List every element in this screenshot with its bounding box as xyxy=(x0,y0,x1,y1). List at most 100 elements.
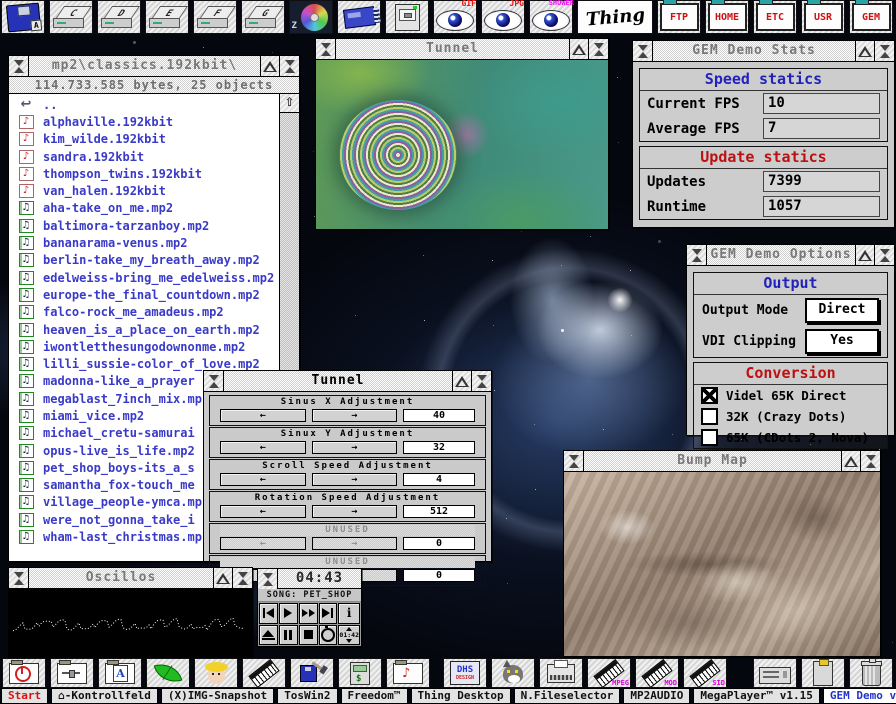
file-list-item[interactable]: ♪sandra.192kbit xyxy=(9,148,280,165)
toolbar-button-gif[interactable]: GIF xyxy=(433,0,477,34)
toolbar-button-d[interactable]: D xyxy=(97,0,141,34)
sizer-button[interactable] xyxy=(588,39,608,59)
taskbar-button-folder-note[interactable]: ♪ xyxy=(386,658,430,688)
sizer-button[interactable] xyxy=(860,451,880,471)
taskbar-button-mpeg[interactable]: MPEG xyxy=(587,658,631,688)
toolbar-button-etc[interactable]: ETC xyxy=(753,0,797,34)
slider-decrease-button[interactable]: ← xyxy=(220,537,306,550)
fuller-button[interactable] xyxy=(855,245,874,265)
toolbar-button-thing[interactable]: Thing xyxy=(577,0,653,34)
task-label-gem-demo-v0-1[interactable]: GEM Demo v0.1 xyxy=(823,688,896,704)
slider-decrease-button[interactable]: ← xyxy=(220,441,306,454)
sizer-button[interactable] xyxy=(874,245,894,265)
toolbar-button-e[interactable]: E xyxy=(145,0,189,34)
slider-increase-button[interactable]: → xyxy=(312,537,398,550)
task-label-toswin2[interactable]: TosWin2 xyxy=(277,688,337,704)
slider-decrease-button[interactable]: ← xyxy=(220,473,306,486)
file-list-item[interactable]: ♫europe-the_final_countdown.mp2 xyxy=(9,286,280,303)
scroll-up-button[interactable]: ⇧ xyxy=(280,94,299,113)
sizer-button[interactable] xyxy=(874,41,894,61)
fuller-button[interactable] xyxy=(213,568,232,588)
taskbar-button-leaf[interactable] xyxy=(146,658,190,688)
taskbar-button-keyboard[interactable] xyxy=(242,658,286,688)
slider-increase-button[interactable]: → xyxy=(312,441,398,454)
task-label--kontrollfeld[interactable]: ⌂-Kontrollfeld xyxy=(51,688,158,704)
file-list-item[interactable]: ♫bananarama-venus.mp2 xyxy=(9,234,280,251)
task-label-megaplayer-v1-15[interactable]: MegaPlayer™ v1.15 xyxy=(693,688,820,704)
file-list-item[interactable]: ♫baltimora-tarzanboy.mp2 xyxy=(9,217,280,234)
sizer-button[interactable] xyxy=(279,56,299,76)
task-label-thing-desktop[interactable]: Thing Desktop xyxy=(411,688,511,704)
task-label-mp2audio[interactable]: MP2AUDIO xyxy=(623,688,690,704)
file-list-item[interactable]: ♪kim_wilde.192kbit xyxy=(9,131,280,148)
taskbar-button-computer[interactable] xyxy=(753,658,797,688)
conversion-option[interactable]: Videl 65K Direct xyxy=(694,385,887,406)
close-button[interactable] xyxy=(316,39,336,59)
close-button[interactable] xyxy=(633,41,653,61)
taskbar-button-typewriter[interactable] xyxy=(539,658,583,688)
taskbar-button-calculator[interactable] xyxy=(338,658,382,688)
taskbar-button-dhs[interactable]: DHSDESIGN xyxy=(443,658,487,688)
pause-button[interactable] xyxy=(279,625,298,646)
checkbox[interactable] xyxy=(701,429,718,446)
file-list-item[interactable]: ♫falco-rock_me_amadeus.mp2 xyxy=(9,304,280,321)
fast-forward-button[interactable] xyxy=(299,603,318,624)
info-button[interactable]: i xyxy=(338,603,360,624)
taskbar-button-folder-slider[interactable] xyxy=(50,658,94,688)
toolbar-button-c[interactable]: C xyxy=(49,0,93,34)
file-list-item[interactable]: ♪van_halen.192kbit xyxy=(9,182,280,199)
toolbar-button-g[interactable]: G xyxy=(241,0,285,34)
fuller-button[interactable] xyxy=(260,56,279,76)
fuller-button[interactable] xyxy=(569,39,588,59)
conversion-option[interactable]: 65K (CDots 2, Nova) xyxy=(694,427,887,448)
toolbar-button-jpg[interactable]: JPG xyxy=(481,0,525,34)
stop-button[interactable] xyxy=(299,625,318,646)
task-label-freedom-[interactable]: Freedom™ xyxy=(341,688,408,704)
fuller-button[interactable] xyxy=(841,451,860,471)
slider-decrease-button[interactable]: ← xyxy=(220,409,306,422)
close-button[interactable] xyxy=(258,569,278,589)
file-list-item[interactable]: ♫heaven_is_a_place_on_earth.mp2 xyxy=(9,321,280,338)
sizer-button[interactable] xyxy=(232,568,252,588)
next-track-button[interactable] xyxy=(319,603,338,624)
fuller-button[interactable] xyxy=(855,41,874,61)
taskbar-button-wolf[interactable] xyxy=(491,658,535,688)
taskbar-button-folder-doc[interactable]: A xyxy=(98,658,142,688)
file-list-item[interactable]: ♫edelweiss-bring_me_edelweiss.mp2 xyxy=(9,269,280,286)
slider-decrease-button[interactable]: ← xyxy=(220,505,306,518)
toolbar-button-home[interactable]: HOME xyxy=(705,0,749,34)
slider-increase-button[interactable]: → xyxy=(312,505,398,518)
task-label-n-fileselector[interactable]: N.Fileselector xyxy=(514,688,621,704)
taskbar-button-face[interactable] xyxy=(194,658,238,688)
close-button[interactable] xyxy=(9,56,29,76)
file-list-item[interactable]: ♪thompson_twins.192kbit xyxy=(9,165,280,182)
close-button[interactable] xyxy=(564,451,584,471)
close-button[interactable] xyxy=(9,568,29,588)
taskbar-button-clipboard[interactable] xyxy=(801,658,845,688)
task-label-start[interactable]: Start xyxy=(1,688,48,704)
checkbox[interactable] xyxy=(701,387,718,404)
toolbar-button-f[interactable]: F xyxy=(193,0,237,34)
prev-track-button[interactable] xyxy=(259,603,278,624)
eject-button[interactable] xyxy=(259,625,278,646)
taskbar-button-mod[interactable]: MOD xyxy=(635,658,679,688)
toolbar-button-z[interactable]: Z xyxy=(289,0,333,34)
vdi-clipping-button[interactable]: Yes xyxy=(805,329,879,354)
toolbar-button-a[interactable]: A xyxy=(1,0,45,34)
timer-button[interactable] xyxy=(319,625,338,646)
checkbox[interactable] xyxy=(701,408,718,425)
slider-increase-button[interactable]: → xyxy=(312,409,398,422)
slider-increase-button[interactable]: → xyxy=(312,473,398,486)
conversion-option[interactable]: 32K (Crazy Dots) xyxy=(694,406,887,427)
file-list-item[interactable]: ♫aha-take_on_me.mp2 xyxy=(9,200,280,217)
file-list-item[interactable]: ♪alphaville.192kbit xyxy=(9,113,280,130)
toolbar-button-ftp[interactable]: FTP xyxy=(657,0,701,34)
taskbar-button-sid[interactable]: SID xyxy=(683,658,727,688)
taskbar-button-floppy-hammer[interactable] xyxy=(290,658,334,688)
play-button[interactable] xyxy=(279,603,298,624)
file-list-item[interactable]: ♫iwontletthesungodownonme.mp2 xyxy=(9,338,280,355)
output-mode-button[interactable]: Direct xyxy=(805,298,879,323)
close-button[interactable] xyxy=(687,245,707,265)
taskbar-button-trash[interactable] xyxy=(849,658,893,688)
file-list-item[interactable]: ↩.. xyxy=(9,96,280,113)
